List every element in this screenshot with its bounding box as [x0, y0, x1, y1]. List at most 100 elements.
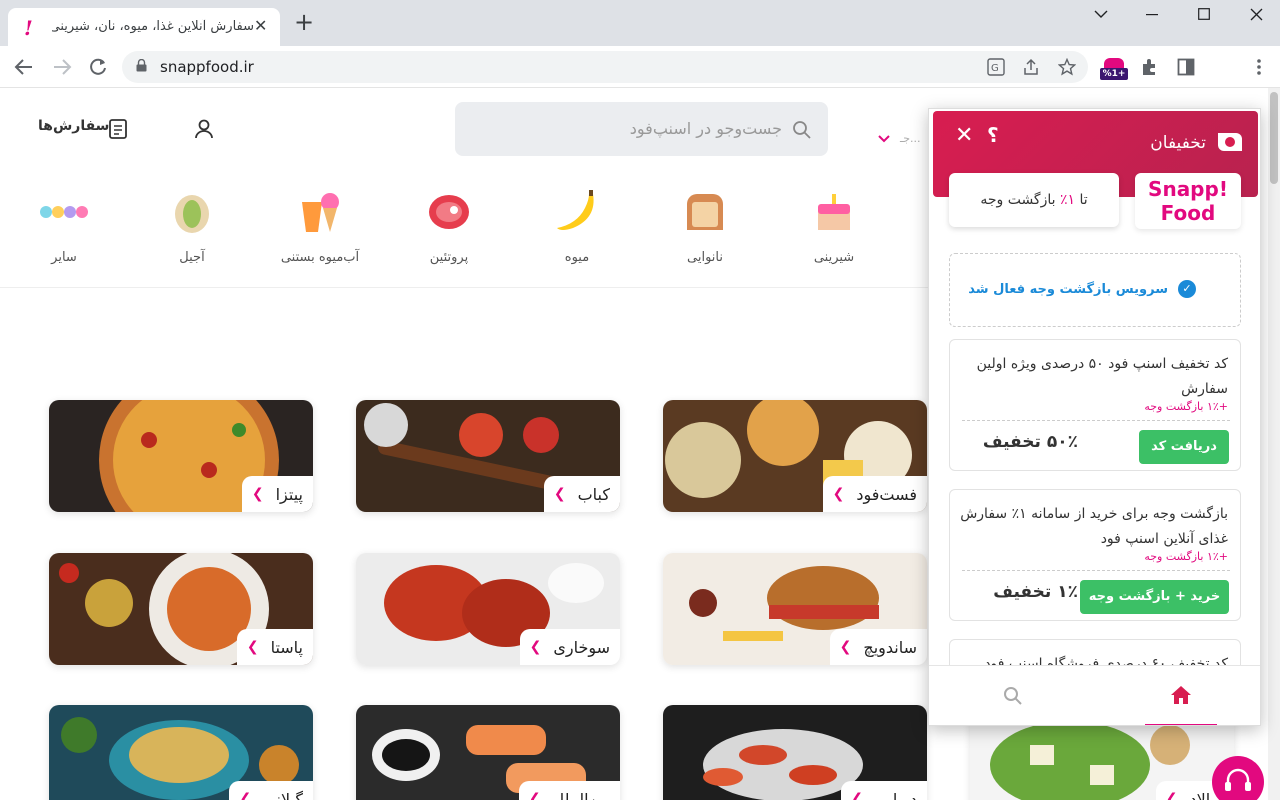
pistachio-icon [168, 188, 216, 236]
food-card-sandwich[interactable]: ساندویچ ❮ [663, 553, 927, 665]
logo-line-1: Snapp! [1148, 177, 1228, 201]
extension-badge-text: %1+ [1100, 68, 1128, 80]
bookmark-star-icon[interactable] [1058, 58, 1076, 76]
orders-receipt-icon[interactable] [108, 118, 128, 140]
meat-icon [425, 188, 473, 236]
cashback-activated-box: سرویس بازگشت وجه فعال شد ✓ [949, 253, 1241, 327]
popup-footer-nav [929, 665, 1260, 725]
activated-text: سرویس بازگشت وجه فعال شد [968, 282, 1168, 297]
category-nuts[interactable]: آجیل [142, 188, 242, 265]
category-bakery[interactable]: نانوایی [655, 188, 755, 265]
minimize-icon[interactable] [1146, 14, 1160, 16]
category-label: پروتئین [429, 250, 469, 265]
maximize-icon[interactable] [1198, 8, 1210, 20]
offer-title: کد تخفیف اسنپ فود ۵۰ درصدی ویژه اولین سف… [976, 356, 1228, 397]
food-card-gilani[interactable]: گیلانی ❮ [49, 705, 313, 800]
chevron-left-icon: ❮ [528, 791, 541, 800]
reload-icon[interactable] [88, 57, 108, 77]
card-tag: ساندویچ ❮ [829, 629, 927, 665]
popup-search-icon[interactable] [1003, 686, 1023, 706]
share-icon[interactable] [1022, 58, 1040, 76]
cake-icon [810, 188, 858, 236]
category-label: آجیل [179, 250, 205, 265]
card-tag: پیتزا ❮ [241, 476, 313, 512]
takhfifan-popup: تخفیفان ✕ ؟ Snapp! Food تا ۱٪ بازگشت وجه… [928, 108, 1261, 726]
category-label: آب‌میوه بستنی [280, 250, 360, 265]
browser-toolbar: snappfood.ir G %1+ [0, 46, 1280, 88]
forward-arrow-icon[interactable] [52, 57, 72, 77]
category-nav: شیرینی نانوایی میوه پروتئین آب‌میوه بستن… [0, 178, 930, 288]
snappfood-favicon-icon: ! [24, 16, 33, 40]
page-scrollbar[interactable] [1268, 88, 1280, 800]
address-bar[interactable]: snappfood.ir G [122, 51, 1088, 83]
cashback-suffix: بازگشت وجه [980, 192, 1060, 208]
popup-home-icon[interactable] [1169, 684, 1193, 706]
address-chevron-icon[interactable] [877, 134, 891, 144]
svg-text:G: G [991, 63, 999, 74]
card-tag: پاستا ❮ [236, 629, 313, 665]
search-box[interactable]: جست‌وجو در اسنپ‌فود [455, 102, 828, 156]
offer-cashback: +۱٪ بازگشت وجه [1144, 550, 1228, 563]
search-icon [793, 121, 811, 139]
help-icon[interactable]: ؟ [987, 123, 999, 147]
chevron-left-icon: ❮ [832, 486, 845, 502]
category-juice-icecream[interactable]: آب‌میوه بستنی [270, 188, 370, 265]
card-tag: سوخاری ❮ [519, 629, 620, 665]
search-placeholder: جست‌وجو در اسنپ‌فود [629, 119, 782, 138]
back-arrow-icon[interactable] [14, 57, 34, 77]
category-sweets[interactable]: شیرینی [784, 188, 884, 265]
food-card-kebab[interactable]: کباب ❮ [356, 400, 620, 512]
category-label: شیرینی [813, 250, 855, 265]
get-code-button[interactable]: دریافت کد [1139, 430, 1229, 464]
user-profile-icon[interactable] [194, 118, 214, 140]
food-card-fried[interactable]: سوخاری ❮ [356, 553, 620, 665]
category-fruit[interactable]: میوه [527, 188, 627, 265]
orders-link[interactable]: سفارش‌ها [38, 118, 109, 134]
juice-icecream-icon [296, 188, 344, 236]
card-label: بین‌الملل [552, 789, 610, 800]
food-card-pasta[interactable]: پاستا ❮ [49, 553, 313, 665]
browser-tab[interactable]: ! سفارش آنلاین غذا، میوه، نان، شیرینی ✕ [8, 8, 280, 46]
card-label: ساندویچ [863, 637, 917, 657]
chevron-left-icon: ❮ [529, 639, 542, 655]
card-label: پیتزا [275, 484, 303, 504]
buy-cashback-button[interactable]: خرید + بازگشت وجه [1080, 580, 1229, 614]
category-label: میوه [564, 250, 590, 265]
scrollbar-thumb[interactable] [1270, 92, 1278, 184]
active-tab-indicator [1145, 724, 1217, 725]
chevron-left-icon: ❮ [1165, 791, 1178, 800]
card-label: سوخاری [553, 637, 610, 657]
banana-icon [553, 188, 601, 236]
offer-title: بازگشت وجه برای خرید از سامانه ۱٪ سفارش … [960, 506, 1228, 547]
browser-menu-icon[interactable] [1256, 58, 1262, 76]
tab-search-chevron-icon[interactable] [1094, 9, 1108, 19]
food-card-pizza[interactable]: پیتزا ❮ [49, 400, 313, 512]
category-other[interactable]: سایر [14, 188, 114, 265]
dots-icon [40, 188, 88, 236]
card-label: کباب [577, 484, 610, 504]
food-card-seafood[interactable]: دریایی ❮ [663, 705, 927, 800]
side-panel-icon[interactable] [1177, 58, 1195, 76]
popup-close-icon[interactable]: ✕ [955, 123, 973, 148]
cashback-percent: ۱٪ [1059, 192, 1076, 208]
card-tag: بین‌الملل ❮ [518, 781, 620, 800]
takhfifan-extension-icon[interactable]: %1+ [1100, 58, 1128, 80]
food-card-international[interactable]: بین‌الملل ❮ [356, 705, 620, 800]
offer-cashback: +۱٪ بازگشت وجه [1144, 400, 1228, 413]
tab-close-icon[interactable]: ✕ [254, 16, 267, 35]
offer-card: کد تخفیف اسنپ فود ۵۰ درصدی ویژه اولین سف… [949, 339, 1241, 471]
category-label: نانوایی [687, 250, 723, 265]
tab-title: سفارش آنلاین غذا، میوه، نان، شیرینی [52, 19, 254, 34]
food-card-fastfood[interactable]: فست‌فود ❮ [663, 400, 927, 512]
new-tab-button[interactable]: + [294, 10, 314, 34]
extensions-puzzle-icon[interactable] [1140, 58, 1158, 76]
support-chat-button[interactable] [1212, 756, 1264, 800]
window-close-icon[interactable] [1250, 8, 1263, 21]
translate-icon[interactable]: G [987, 58, 1005, 76]
address-selector[interactable]: جـ... [900, 132, 921, 145]
category-protein[interactable]: پروتئین [399, 188, 499, 265]
snappfood-logo: Snapp! Food [1135, 173, 1241, 229]
cashback-prefix: تا [1075, 192, 1088, 208]
offer-discount: ۱٪ تخفیف [993, 582, 1078, 602]
cashback-summary: تا ۱٪ بازگشت وجه [949, 173, 1119, 227]
